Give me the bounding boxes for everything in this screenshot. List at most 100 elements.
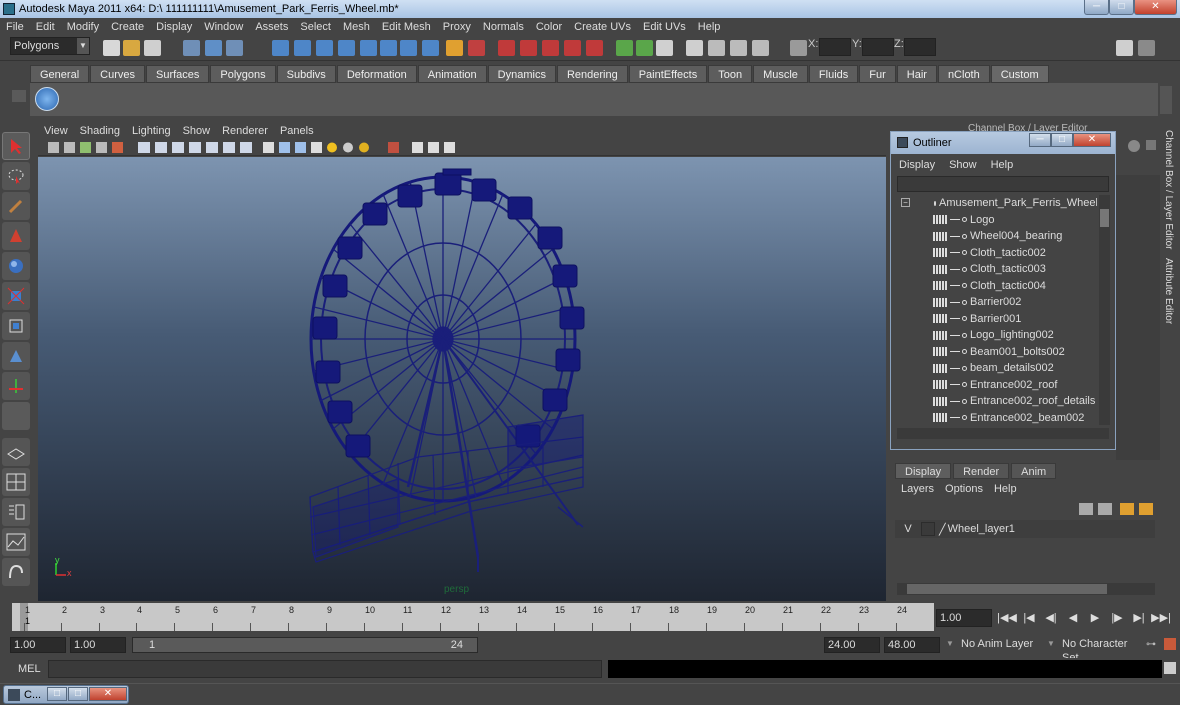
layer-menu-options[interactable]: Options — [945, 483, 994, 495]
outliner-menu-help[interactable]: Help — [991, 159, 1028, 171]
new-layer-icon[interactable] — [1079, 503, 1093, 515]
sequence-icon[interactable] — [752, 40, 769, 56]
shelf-tab-ncloth[interactable]: nCloth — [937, 65, 990, 83]
outliner-close-button[interactable]: ✕ — [1073, 133, 1111, 147]
menu-assets[interactable]: Assets — [249, 21, 294, 33]
script-editor-icon[interactable] — [1164, 662, 1176, 674]
channel-layout-icon[interactable] — [1138, 40, 1155, 56]
menu-create-uvs[interactable]: Create UVs — [568, 21, 637, 33]
pencil-icon[interactable] — [1146, 140, 1156, 150]
shelf-tab-rendering[interactable]: Rendering — [556, 65, 628, 83]
shelf-tab-painteffects[interactable]: PaintEffects — [628, 65, 708, 83]
menu-display[interactable]: Display — [150, 21, 198, 33]
outliner-minimize-button[interactable]: ─ — [1029, 133, 1051, 147]
menu-edit-uvs[interactable]: Edit UVs — [637, 21, 692, 33]
single-perspective-layout-icon[interactable] — [2, 438, 30, 466]
layer-tab-display[interactable]: Display — [895, 463, 952, 479]
x-field[interactable] — [819, 38, 851, 56]
close-button[interactable]: ✕ — [89, 687, 127, 701]
layer-tab-render[interactable]: Render — [953, 463, 1010, 479]
hypershade-icon[interactable] — [564, 40, 581, 56]
render-settings-icon[interactable] — [542, 40, 559, 56]
z-field[interactable] — [904, 38, 936, 56]
maximize-button[interactable]: □ — [68, 687, 88, 701]
construction-icon[interactable] — [400, 40, 417, 56]
outliner-item[interactable]: Wheel004_bearing — [897, 228, 1097, 245]
animation-end-field[interactable]: 48.00 — [884, 637, 940, 653]
menu-modify[interactable]: Modify — [61, 21, 105, 33]
key-set-icon[interactable]: ⊶ — [1146, 639, 1156, 650]
animation-preferences-icon[interactable] — [1164, 638, 1176, 650]
layer-color-icon[interactable]: ╱ — [939, 523, 946, 536]
select-component-icon[interactable] — [226, 40, 243, 56]
tool-settings-toggle-icon[interactable] — [636, 40, 653, 56]
restore-button[interactable]: □ — [47, 687, 67, 701]
shelf-tab-muscle[interactable]: Muscle — [753, 65, 808, 83]
move-tool-icon[interactable] — [2, 222, 30, 250]
light-icon[interactable] — [708, 40, 725, 56]
outliner-maximize-button[interactable]: □ — [1051, 133, 1073, 147]
shelf-tab-hair[interactable]: Hair — [896, 65, 937, 83]
playback-start-field[interactable]: 1.00 — [70, 637, 126, 653]
outliner-filter-field[interactable] — [897, 176, 1109, 192]
scale-tool-icon[interactable] — [2, 282, 30, 310]
transform-mode-icon[interactable] — [790, 40, 807, 56]
minimized-window[interactable]: C... □ □ ✕ — [3, 685, 129, 704]
checkmark-icon[interactable] — [35, 87, 59, 111]
history-icon[interactable] — [380, 40, 397, 56]
question-icon[interactable] — [422, 40, 439, 56]
menu-create[interactable]: Create — [105, 21, 150, 33]
menu-help[interactable]: Help — [692, 21, 727, 33]
shelf-tab-fluids[interactable]: Fluids — [808, 65, 859, 83]
lasso-tool-icon[interactable] — [2, 162, 30, 190]
outliner-item[interactable]: Barrier002 — [897, 294, 1097, 311]
menu-edit[interactable]: Edit — [30, 21, 61, 33]
menu-set-dropdown[interactable]: Polygons ▼ — [10, 37, 90, 55]
outliner-item[interactable]: − Amusement_Park_Ferris_Wheel — [897, 195, 1097, 212]
attribute-editor-toggle-icon[interactable] — [616, 40, 633, 56]
outliner-menu-display[interactable]: Display — [899, 159, 949, 171]
go-to-start-button[interactable]: |◀◀ — [996, 608, 1018, 628]
y-field[interactable] — [862, 38, 894, 56]
step-forward-frame-button[interactable]: ▶| — [1128, 608, 1150, 628]
save-scene-icon[interactable] — [144, 40, 161, 56]
hypergraph-layout-icon[interactable] — [2, 558, 30, 586]
shelf-tab-custom[interactable]: Custom — [990, 65, 1049, 83]
outliner-item[interactable]: Logo_lighting002 — [897, 327, 1097, 344]
close-button[interactable]: ✕ — [1134, 0, 1177, 15]
channel-box-toggle-icon[interactable] — [656, 40, 673, 56]
play-forwards-button[interactable]: ▶ — [1084, 608, 1106, 628]
attribute-editor-vertical-tab[interactable]: Attribute Editor — [1163, 258, 1174, 324]
manipulator-tool-icon[interactable] — [2, 312, 30, 340]
go-to-end-button[interactable]: ▶▶| — [1150, 608, 1172, 628]
shelf-tab-fur[interactable]: Fur — [859, 65, 896, 83]
step-back-key-button[interactable]: ◀| — [1040, 608, 1062, 628]
outliner-layout-icon[interactable] — [2, 498, 30, 526]
render-current-icon[interactable] — [498, 40, 515, 56]
current-frame-field[interactable]: 1.00 — [936, 609, 992, 627]
menu-mesh[interactable]: Mesh — [337, 21, 376, 33]
shelf-tab-subdivs[interactable]: Subdivs — [276, 65, 336, 83]
input-ops-icon[interactable] — [446, 40, 463, 56]
snap-point-icon[interactable] — [316, 40, 333, 56]
paint-select-tool-icon[interactable] — [2, 192, 30, 220]
last-tool-icon[interactable] — [2, 372, 30, 400]
outliner-item[interactable]: Entrance002_beam002 — [897, 410, 1097, 426]
new-layer-selected-icon[interactable] — [1098, 503, 1112, 515]
camera-icon[interactable] — [686, 40, 703, 56]
outliner-title-bar[interactable]: Outliner ─ □ ✕ — [891, 132, 1115, 154]
character-set-dropdown[interactable]: No Character Set — [1059, 637, 1145, 664]
outliner-item[interactable]: Cloth_tactic002 — [897, 245, 1097, 262]
shelf-tab-general[interactable]: General — [30, 65, 90, 83]
panel-menu-shading[interactable]: Shading — [74, 124, 126, 138]
shelf-scroll-icon[interactable] — [1160, 86, 1172, 114]
scrollbar-thumb[interactable] — [1100, 209, 1109, 227]
command-input[interactable] — [48, 660, 602, 678]
panel-menu-lighting[interactable]: Lighting — [126, 124, 177, 138]
panel-menu-view[interactable]: View — [38, 124, 74, 138]
select-object-icon[interactable] — [205, 40, 222, 56]
rotate-tool-icon[interactable] — [2, 252, 30, 280]
menu-file[interactable]: File — [0, 21, 30, 33]
channel-box-vertical-tab[interactable]: Channel Box / Layer Editor — [1163, 130, 1174, 250]
shelf-tab-dynamics[interactable]: Dynamics — [487, 65, 556, 83]
